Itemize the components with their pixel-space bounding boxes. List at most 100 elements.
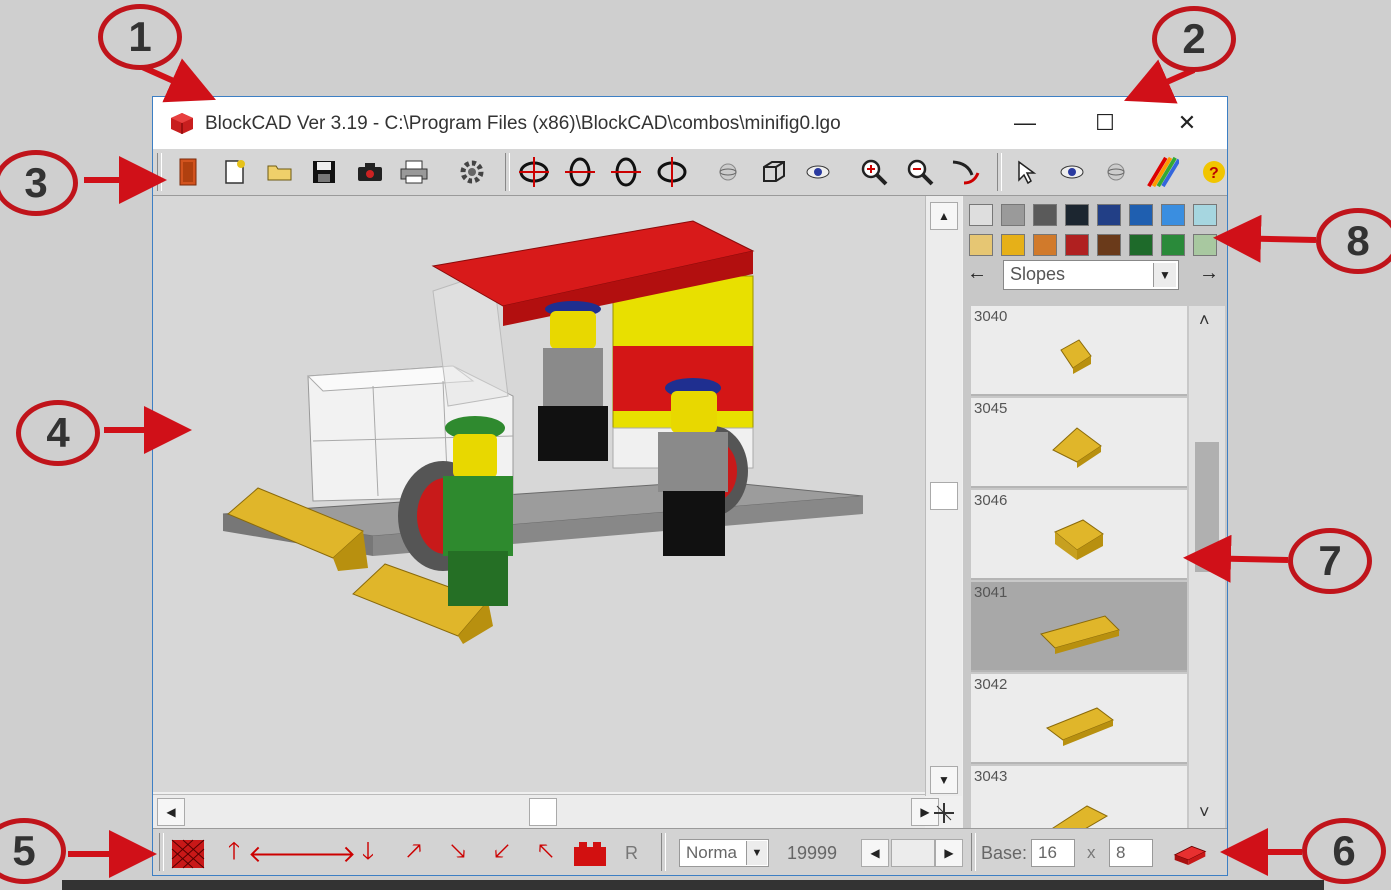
scroll-left-arrow-icon[interactable]: ◀: [157, 798, 185, 826]
app-window: BlockCAD Ver 3.19 - C:\Program Files (x8…: [152, 96, 1228, 876]
base-depth-input[interactable]: 8: [1109, 839, 1153, 867]
step-next-arrow-icon[interactable]: ▶: [935, 839, 963, 867]
part-number: 3040: [974, 308, 1008, 325]
part-item-3046[interactable]: 3046: [971, 490, 1187, 580]
viewport-vertical-scrollbar[interactable]: ▲ ▼: [925, 196, 962, 796]
color-swatch[interactable]: [1065, 204, 1089, 226]
close-button[interactable]: ✕: [1161, 105, 1213, 141]
color-swatch[interactable]: [969, 204, 993, 226]
color-swatch[interactable]: [1001, 204, 1025, 226]
open-folder-icon[interactable]: [263, 155, 297, 189]
chevron-down-icon[interactable]: ▼: [746, 841, 767, 865]
color-swatch[interactable]: [1033, 204, 1057, 226]
scroll-thumb[interactable]: [930, 482, 958, 510]
title-bar[interactable]: BlockCAD Ver 3.19 - C:\Program Files (x8…: [153, 97, 1227, 149]
color-swatch[interactable]: [1001, 234, 1025, 256]
move-up-arrow-icon[interactable]: 🡑: [217, 837, 251, 871]
viewport-horizontal-scrollbar[interactable]: ◀ ▶: [153, 794, 939, 829]
crosshair-icon[interactable]: [929, 799, 959, 827]
new-file-icon[interactable]: [217, 155, 251, 189]
maximize-button[interactable]: ☐: [1079, 105, 1131, 141]
next-category-arrow-icon[interactable]: →: [1199, 262, 1219, 285]
color-swatch[interactable]: [1161, 204, 1185, 226]
rotate-down-icon[interactable]: [609, 155, 643, 189]
gear-icon[interactable]: [455, 155, 489, 189]
grid-pattern-icon[interactable]: [171, 837, 205, 871]
move-down-left-arrow-icon[interactable]: 🡗: [485, 837, 519, 871]
callout-8: 8: [1316, 208, 1391, 274]
scroll-down-arrow-icon[interactable]: ▼: [930, 766, 958, 794]
print-icon[interactable]: [397, 155, 431, 189]
callout-6: 6: [1302, 818, 1386, 884]
scroll-down-chevron-icon[interactable]: ˅: [1199, 802, 1210, 823]
category-select[interactable]: Slopes ▼: [1003, 260, 1179, 290]
pointer-icon[interactable]: [1009, 155, 1043, 189]
zoom-in-icon[interactable]: [857, 155, 891, 189]
color-swatch[interactable]: [1129, 234, 1153, 256]
color-swatch[interactable]: [1097, 234, 1121, 256]
part-item-3045[interactable]: 3045: [971, 398, 1187, 488]
scroll-thumb[interactable]: [529, 798, 557, 826]
help-icon[interactable]: ?: [1197, 155, 1227, 189]
part-item-3040[interactable]: 3040: [971, 306, 1187, 396]
step-prev-arrow-icon[interactable]: ◀: [861, 839, 889, 867]
part-item-3043[interactable]: 3043: [971, 766, 1187, 828]
callout-7: 7: [1288, 528, 1372, 594]
part-number: 3041: [974, 584, 1008, 601]
sphere2-icon[interactable]: [1099, 155, 1133, 189]
rotate-up-icon[interactable]: [563, 155, 597, 189]
color-swatch[interactable]: [1129, 204, 1153, 226]
sphere-icon[interactable]: [711, 155, 745, 189]
save-icon[interactable]: [307, 155, 341, 189]
move-up-right-arrow-icon[interactable]: 🡕: [397, 837, 431, 871]
color-swatch[interactable]: [1193, 234, 1217, 256]
toolbar-separator: [505, 153, 510, 191]
base-label: Base:: [981, 843, 1028, 863]
exit-icon[interactable]: [171, 155, 205, 189]
part-number: 3043: [974, 768, 1008, 785]
eye2-icon[interactable]: [1055, 155, 1089, 189]
r-button[interactable]: R: [625, 843, 638, 864]
prev-category-arrow-icon[interactable]: ←: [967, 262, 987, 285]
move-up-left-arrow-icon[interactable]: 🡔: [529, 837, 563, 871]
rainbow-icon[interactable]: [1145, 155, 1179, 189]
color-swatch[interactable]: [969, 234, 993, 256]
zoom-out-icon[interactable]: [903, 155, 937, 189]
scroll-thumb[interactable]: [1195, 442, 1219, 572]
chevron-down-icon[interactable]: ▼: [1153, 263, 1176, 287]
color-swatch[interactable]: [1065, 234, 1089, 256]
minimize-button[interactable]: —: [999, 105, 1051, 141]
color-swatch[interactable]: [1193, 204, 1217, 226]
color-swatch[interactable]: [1097, 204, 1121, 226]
mode-select[interactable]: Norma ▼: [679, 839, 769, 867]
move-down-right-arrow-icon[interactable]: 🡖: [441, 837, 475, 871]
scroll-up-chevron-icon[interactable]: ˄: [1199, 310, 1210, 331]
rotate-right-icon[interactable]: [655, 155, 689, 189]
part-item-3042[interactable]: 3042: [971, 674, 1187, 764]
pen-icon[interactable]: [949, 155, 983, 189]
baseplate-brick-icon[interactable]: [1173, 837, 1207, 871]
model-viewport[interactable]: [153, 196, 925, 792]
brick-icon[interactable]: [573, 837, 607, 871]
move-down-arrow-icon[interactable]: 🡓: [351, 837, 385, 871]
bottom-toolbar: 🡑 🡐 🡒 🡓 🡕 🡖 🡗 🡔 R Norma ▼ 19999 ◀ ▶ Base…: [153, 828, 1227, 875]
color-swatch[interactable]: [1161, 234, 1185, 256]
camera-icon[interactable]: [353, 155, 387, 189]
rotate-left-icon[interactable]: [517, 155, 551, 189]
part-number: 3042: [974, 676, 1008, 693]
part-thumbnail: [1052, 427, 1102, 468]
step-slider[interactable]: [891, 839, 935, 867]
color-swatch[interactable]: [1033, 234, 1057, 256]
box-icon[interactable]: [757, 155, 791, 189]
part-thumbnail: [1054, 519, 1104, 560]
base-width-input[interactable]: 16: [1031, 839, 1075, 867]
move-right-arrow-icon[interactable]: 🡒: [292, 837, 356, 871]
parts-scrollbar[interactable]: ˄ ˅: [1189, 306, 1225, 828]
mode-select-value: Norma: [686, 843, 738, 862]
callout-1: 1: [98, 4, 182, 70]
part-item-3041[interactable]: 3041: [971, 582, 1187, 672]
scroll-up-arrow-icon[interactable]: ▲: [930, 202, 958, 230]
eye-icon[interactable]: [801, 155, 835, 189]
parts-list[interactable]: 3040 3045 3046 3041 3042 3043: [971, 306, 1187, 828]
svg-text:?: ?: [1209, 165, 1219, 182]
